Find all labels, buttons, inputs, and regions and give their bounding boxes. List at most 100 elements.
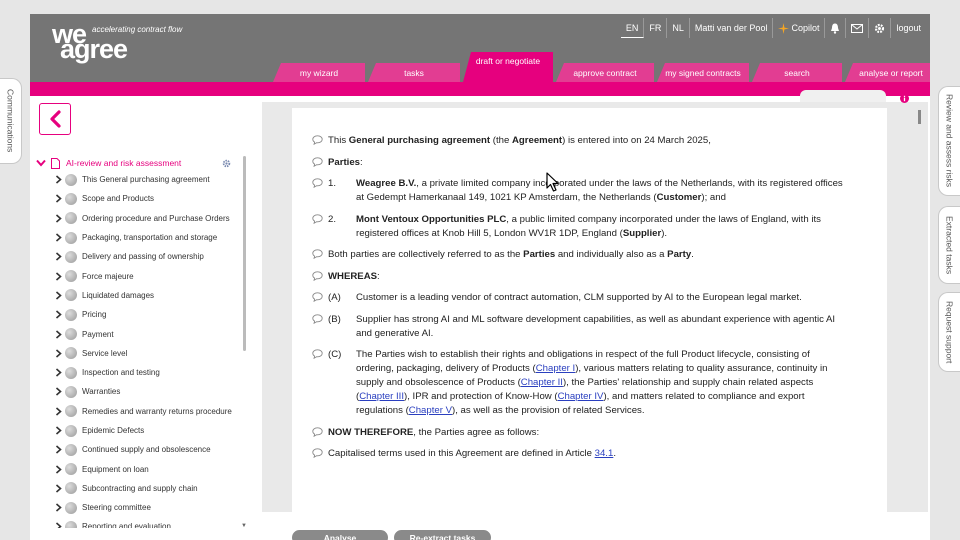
chevron-right-icon[interactable] <box>55 445 62 454</box>
tree-item[interactable]: Pricing <box>35 305 245 324</box>
tree-item[interactable]: Steering committee <box>35 498 245 517</box>
doc-paragraph-party-1[interactable]: 1. Weagree B.V., a private limited compa… <box>312 177 887 205</box>
logo[interactable]: accelerating contract flow we agree <box>52 21 182 63</box>
document-scrollbar[interactable] <box>918 110 921 124</box>
settings-button[interactable] <box>869 18 892 38</box>
tree-item[interactable]: This General purchasing agreement <box>35 170 245 189</box>
chevron-right-icon[interactable] <box>55 407 62 416</box>
tree-scrollbar[interactable] <box>243 156 246 351</box>
chevron-right-icon[interactable] <box>55 387 62 397</box>
tree-root[interactable]: AI-review and risk assessment <box>35 156 245 170</box>
doc-paragraph-party-2[interactable]: 2. Mont Ventoux Opportunities PLC, a pub… <box>312 213 887 241</box>
logout-link[interactable]: logout <box>891 18 926 38</box>
notifications-button[interactable] <box>825 18 847 38</box>
tab-approve-contract[interactable]: approve contract <box>556 63 654 82</box>
tab-my-wizard[interactable]: my wizard <box>273 63 365 82</box>
chevron-right-icon[interactable] <box>55 484 62 493</box>
chevron-right-icon[interactable] <box>55 426 62 435</box>
comment-icon[interactable] <box>312 178 323 193</box>
lang-nl[interactable]: NL <box>667 18 690 38</box>
tree-item[interactable]: Payment <box>35 324 245 343</box>
doc-paragraph-parties[interactable]: Parties: <box>312 156 887 170</box>
analyse-button[interactable]: Analyse <box>292 530 388 540</box>
chapter-link[interactable]: Chapter V <box>409 405 452 416</box>
chevron-right-icon[interactable] <box>55 291 62 300</box>
chapter-link[interactable]: Chapter III <box>359 391 404 402</box>
chevron-right-icon[interactable] <box>55 368 62 377</box>
doc-paragraph-recital-c[interactable]: (C) The Parties wish to establish their … <box>312 348 887 418</box>
text: This <box>328 135 349 146</box>
chevron-right-icon[interactable] <box>55 194 62 204</box>
lang-en[interactable]: EN <box>620 18 645 38</box>
chapter-link[interactable]: Chapter IV <box>558 391 604 402</box>
info-icon[interactable] <box>900 90 909 108</box>
chevron-right-icon[interactable] <box>55 310 62 319</box>
chevron-right-icon[interactable] <box>55 214 62 223</box>
gear-icon[interactable] <box>222 159 231 168</box>
chevron-down-icon[interactable] <box>35 159 47 167</box>
chapter-link[interactable]: Chapter II <box>521 377 563 388</box>
communications-side-tab[interactable]: Communications <box>0 78 22 164</box>
chevron-right-icon[interactable] <box>55 175 62 184</box>
comment-icon[interactable] <box>312 249 323 264</box>
tab-analyse-or-report[interactable]: analyse or report <box>845 63 930 82</box>
chevron-right-icon[interactable] <box>55 233 62 242</box>
comment-icon[interactable] <box>312 213 323 229</box>
tab-tasks[interactable]: tasks <box>368 63 460 82</box>
doc-paragraph-now-therefore[interactable]: NOW THEREFORE, the Parties agree as foll… <box>312 426 887 440</box>
doc-paragraph-capitalised[interactable]: Capitalised terms used in this Agreement… <box>312 447 887 461</box>
chevron-right-icon[interactable] <box>55 464 62 474</box>
doc-paragraph-recital-b[interactable]: (B) Supplier has strong AI and ML softwa… <box>312 313 887 341</box>
extracted-tasks-side-tab[interactable]: Extracted tasks <box>938 206 960 284</box>
tree-scroll-down-icon[interactable]: ▼ <box>241 523 247 529</box>
tree-item[interactable]: Scope and Products <box>35 189 245 208</box>
comment-icon[interactable] <box>312 292 323 307</box>
request-support-side-tab[interactable]: Request support <box>938 292 960 372</box>
comment-icon[interactable] <box>312 135 323 150</box>
tab-search[interactable]: search <box>752 63 842 82</box>
document-tab[interactable] <box>800 90 886 102</box>
tree-item[interactable]: Subcontracting and supply chain <box>35 479 245 498</box>
tree-item[interactable]: Remedies and warranty returns procedure <box>35 402 245 421</box>
comment-icon[interactable] <box>312 313 323 329</box>
tree-item[interactable]: Force majeure <box>35 266 245 285</box>
user-name[interactable]: Matti van der Pool <box>690 18 774 38</box>
tree-item[interactable]: Warranties <box>35 382 245 401</box>
tab-draft-or-negotiate[interactable]: draft or negotiate <box>463 52 553 82</box>
doc-paragraph-whereas[interactable]: WHEREAS: <box>312 270 887 284</box>
tree-item[interactable]: Packaging, transportation and storage <box>35 228 245 247</box>
tree-item[interactable]: Inspection and testing <box>35 363 245 382</box>
article-link[interactable]: 34.1 <box>595 448 614 459</box>
tree-item[interactable]: Continued supply and obsolescence <box>35 440 245 459</box>
chevron-right-icon[interactable] <box>55 252 62 261</box>
chevron-right-icon[interactable] <box>55 349 62 358</box>
back-button[interactable] <box>39 103 71 135</box>
chevron-right-icon[interactable] <box>55 329 62 339</box>
comment-icon[interactable] <box>312 349 323 364</box>
lang-fr[interactable]: FR <box>644 18 668 38</box>
doc-paragraph-both-parties[interactable]: Both parties are collectively referred t… <box>312 248 887 262</box>
messages-button[interactable] <box>846 18 870 38</box>
doc-paragraph-intro[interactable]: This General purchasing agreement (the A… <box>312 134 887 148</box>
tab-my-signed-contracts[interactable]: my signed contracts <box>657 63 749 82</box>
tree-item[interactable]: Delivery and passing of ownership <box>35 247 245 266</box>
comment-icon[interactable] <box>312 156 323 172</box>
chevron-right-icon[interactable] <box>55 503 62 512</box>
tree-item[interactable]: Liquidated damages <box>35 286 245 305</box>
review-risks-side-tab[interactable]: Review and assess risks <box>938 86 960 196</box>
comment-icon[interactable] <box>312 448 323 463</box>
chevron-right-icon[interactable] <box>55 522 62 528</box>
tree-item[interactable]: Ordering procedure and Purchase Orders <box>35 209 245 228</box>
chapter-link[interactable]: Chapter I <box>536 363 575 374</box>
comment-icon[interactable] <box>312 270 323 286</box>
defined-term: Parties <box>523 249 556 260</box>
tree-item[interactable]: Equipment on loan <box>35 459 245 478</box>
tree-item[interactable]: Service level <box>35 344 245 363</box>
doc-paragraph-recital-a[interactable]: (A) Customer is a leading vendor of cont… <box>312 291 887 305</box>
reextract-tasks-button[interactable]: Re-extract tasks <box>394 530 491 540</box>
tree-item[interactable]: Reporting and evaluation <box>35 517 245 528</box>
comment-icon[interactable] <box>312 426 323 442</box>
chevron-right-icon[interactable] <box>55 272 62 281</box>
copilot-button[interactable]: Copilot <box>773 18 826 38</box>
tree-item[interactable]: Epidemic Defects <box>35 421 245 440</box>
